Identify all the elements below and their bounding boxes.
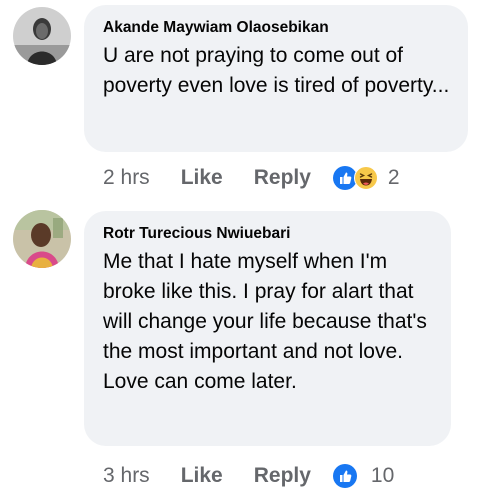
comment-bubble: Akande Maywiam Olaosebikan U are not pra…: [84, 5, 468, 152]
comment-actions: 3 hrs Like Reply 10: [103, 461, 394, 491]
comment-text: U are not praying to come out of poverty…: [103, 44, 450, 97]
like-icon: [332, 464, 357, 488]
comment-author[interactable]: Rotr Turecious Nwiuebari: [103, 224, 433, 244]
comment-actions: 2 hrs Like Reply 2: [103, 163, 400, 193]
comment-author[interactable]: Akande Maywiam Olaosebikan: [103, 18, 450, 38]
comment-timestamp[interactable]: 2 hrs: [103, 166, 150, 190]
reactions-summary[interactable]: 10: [332, 464, 395, 488]
reactions-summary[interactable]: 2: [332, 166, 400, 190]
comment-bubble: Rotr Turecious Nwiuebari Me that I hate …: [84, 211, 451, 446]
like-button[interactable]: Like: [181, 166, 223, 190]
avatar-photo: [13, 7, 71, 65]
haha-icon: [353, 166, 378, 190]
comment-text: Me that I hate myself when I'm broke lik…: [103, 250, 427, 393]
like-button[interactable]: Like: [181, 464, 223, 488]
avatar[interactable]: [13, 210, 71, 268]
reply-button[interactable]: Reply: [254, 464, 311, 488]
reaction-count: 2: [387, 166, 400, 189]
avatar-photo: [13, 210, 71, 268]
avatar[interactable]: [13, 7, 71, 65]
reaction-count: 10: [370, 464, 395, 487]
reply-button[interactable]: Reply: [254, 166, 311, 190]
comment-timestamp[interactable]: 3 hrs: [103, 464, 150, 488]
